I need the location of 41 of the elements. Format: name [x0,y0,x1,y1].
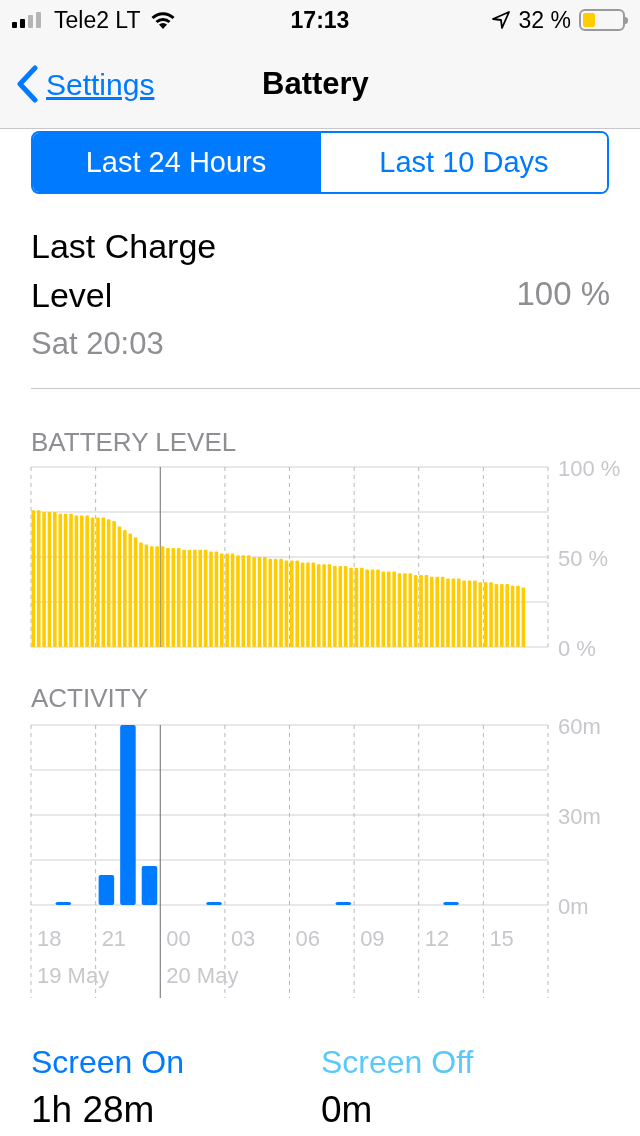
location-arrow-icon [490,10,511,30]
segment-tab[interactable]: Last 10 Days [319,133,607,192]
carrier-name: Tele2 LT [54,5,141,35]
axis-label: 0 % [558,636,596,657]
axis-label: 15 [489,926,514,951]
axis-label: 30m [558,804,601,829]
usage-value: 0m [321,1088,374,1132]
section-title: BATTERY LEVEL [31,427,237,457]
last-charge-time: Sat 20:03 [31,325,165,363]
battery-icon [579,9,628,31]
activity-bar [98,875,115,905]
back-link[interactable]: Settings [0,61,155,107]
activity-bar [55,902,72,905]
last-charge-label: Last Charge Level [31,226,218,316]
battery-percent: 32 % [518,5,571,35]
activity-bar [206,902,222,905]
usage-label: Screen On [31,1043,185,1082]
last-charge-value: 100 % [516,273,610,314]
page-title: Battery [262,64,369,103]
activity-bar [335,902,352,905]
usage-value: 1h 28m [31,1088,156,1132]
chevron-left-icon [16,65,38,103]
axis-label: 03 [230,926,256,951]
usage-label: Screen Off [321,1043,475,1082]
axis-label: 100 % [558,457,621,481]
date-label: 19 May [37,963,110,988]
axis-label: 18 [37,926,62,951]
activity-bar [443,902,459,905]
clock-time: 17:13 [289,5,351,35]
axis-label: 50 % [558,546,609,571]
axis-label: 60m [558,714,601,739]
axis-label: 0m [558,894,589,919]
axis-label: 06 [295,926,320,951]
axis-label: 21 [101,926,127,951]
axis-label: 12 [424,926,450,951]
date-label: 20 May [166,963,239,988]
axis-label: 00 [166,926,191,951]
activity-bar [141,866,158,905]
axis-label: 09 [360,926,385,951]
section-title: ACTIVITY [31,683,148,713]
segment-tab[interactable]: Last 24 Hours [33,133,319,192]
